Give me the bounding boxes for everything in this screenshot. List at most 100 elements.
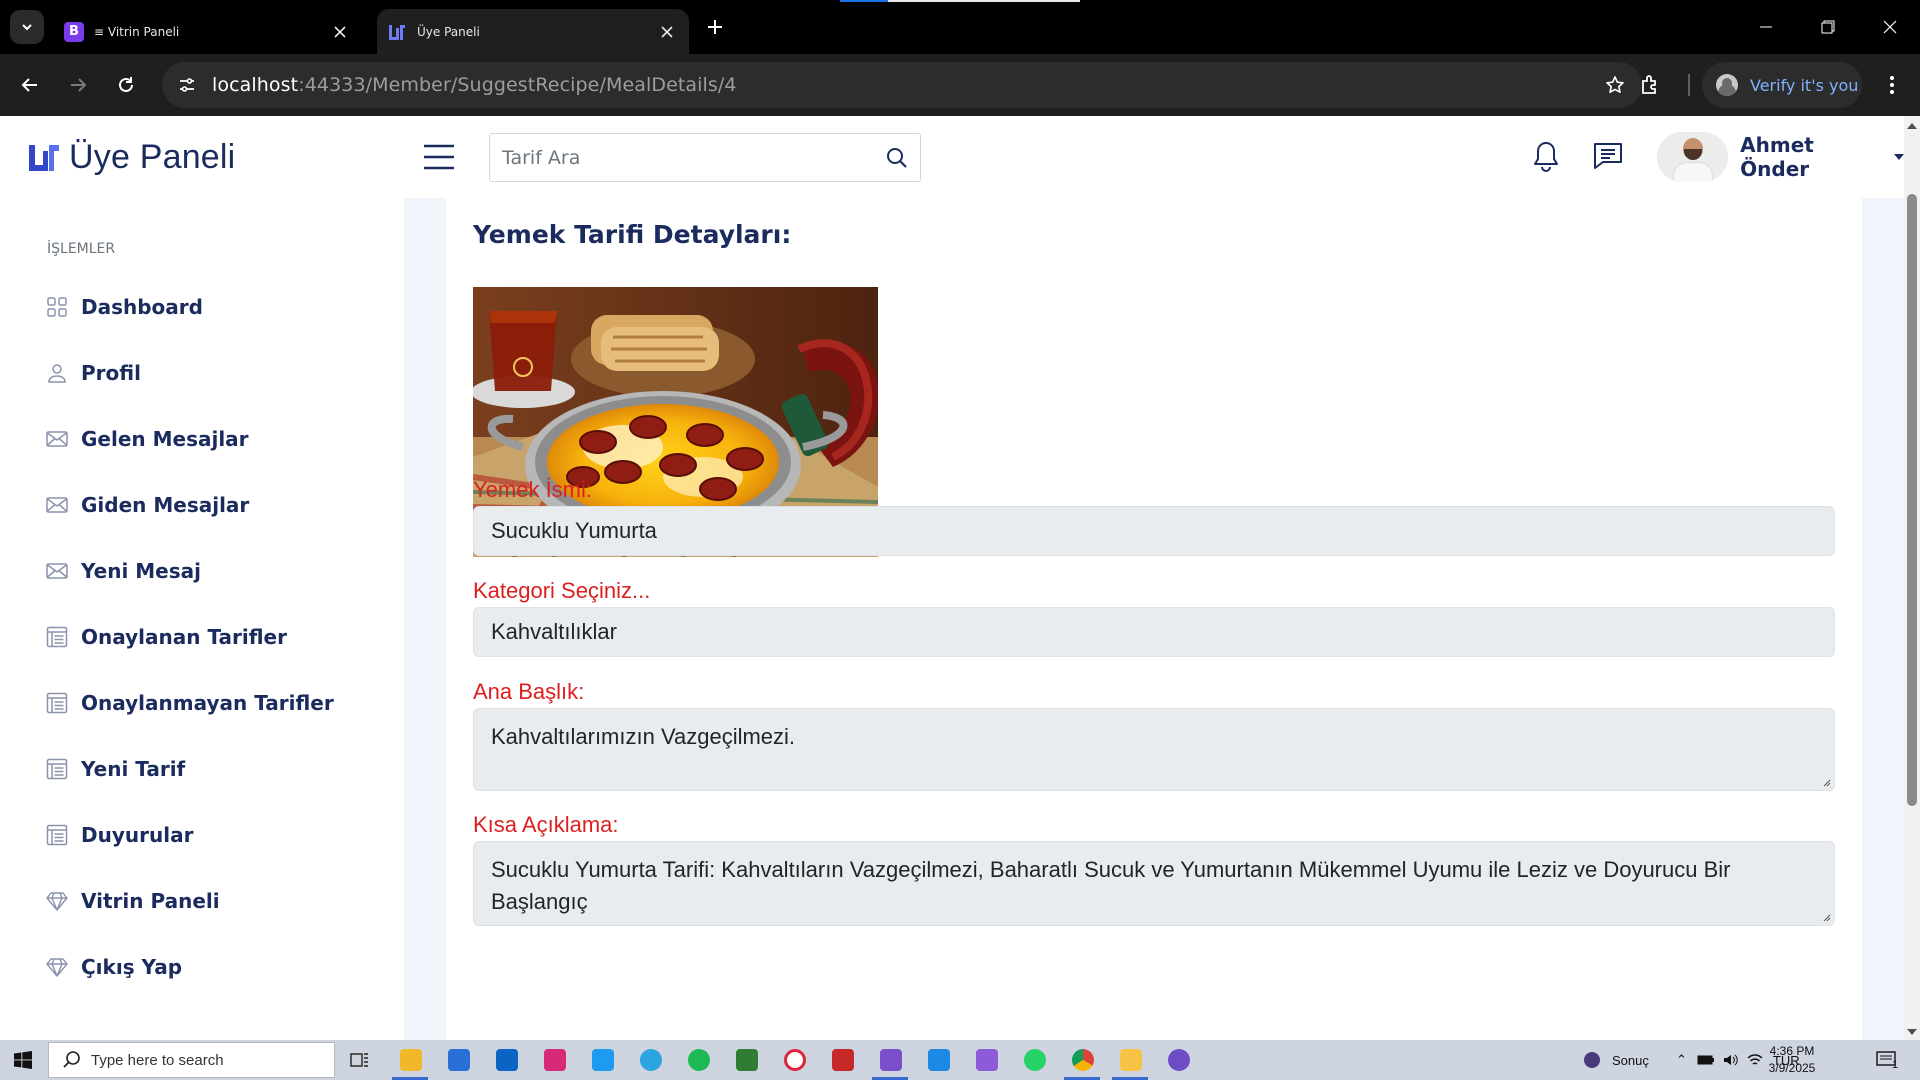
verify-profile-button[interactable]: Verify it's you <box>1702 62 1862 108</box>
user-menu[interactable]: Ahmet Önder <box>1657 132 1904 182</box>
site-logo-icon <box>387 22 407 42</box>
arrow-right-icon <box>71 78 87 92</box>
resize-grip-icon[interactable] <box>1821 912 1831 922</box>
sidebar-item-onaylanmayan-tarifler[interactable]: Onaylanmayan Tarifler <box>46 670 334 736</box>
sidebar-item-onaylanan-tarifler[interactable]: Onaylanan Tarifler <box>46 604 334 670</box>
sidebar-item-profil[interactable]: Profil <box>46 340 334 406</box>
search-icon[interactable] <box>874 135 920 181</box>
sidebar: İŞLEMLER Dashboard Profil Gelen Mesajlar… <box>0 198 404 1040</box>
scroll-down-arrow-icon[interactable] <box>1907 1029 1917 1035</box>
extensions-button[interactable] <box>1634 69 1666 101</box>
mail-icon <box>46 563 68 579</box>
clock-time: 4:36 PM <box>1769 1044 1815 1058</box>
category-field[interactable]: Kahvaltılıklar <box>473 607 1835 657</box>
messages-button[interactable] <box>1588 136 1628 176</box>
chat-icon <box>1594 143 1622 169</box>
scroll-up-arrow-icon[interactable] <box>1907 123 1917 129</box>
taskbar-app-purple[interactable] <box>1158 1044 1198 1076</box>
weather-icon <box>1584 1052 1600 1068</box>
headline-text: Kahvaltılarımızın Vazgeçilmezi. <box>491 724 796 749</box>
bookmark-star-icon[interactable] <box>1600 70 1630 100</box>
category-label: Kategori Seçiniz... <box>473 578 651 603</box>
task-view-icon <box>350 1053 368 1067</box>
browser-tab-uye[interactable]: Üye Paneli <box>377 9 689 54</box>
taskbar-opera[interactable] <box>774 1044 814 1076</box>
loading-indicator <box>840 0 1080 2</box>
summary-label: Kısa Açıklama: <box>473 812 619 837</box>
toolbar-divider <box>1688 74 1690 96</box>
sidebar-item-vitrin-paneli[interactable]: Vitrin Paneli <box>46 868 334 934</box>
reload-button[interactable] <box>110 69 142 101</box>
chevron-down-icon <box>22 24 32 31</box>
notifications-button[interactable] <box>1526 136 1566 176</box>
taskbar-spotify[interactable] <box>678 1044 718 1076</box>
scrollbar-thumb[interactable] <box>1907 194 1917 806</box>
taskbar-instagram[interactable] <box>534 1044 574 1076</box>
headline-textarea[interactable]: Kahvaltılarımızın Vazgeçilmezi. <box>473 708 1835 791</box>
sidebar-item-label: Gelen Mesajlar <box>81 427 249 451</box>
sidebar-menu: Dashboard Profil Gelen Mesajlar Giden Me… <box>46 274 334 1000</box>
summary-textarea[interactable]: Sucuklu Yumurta Tarifi: Kahvaltıların Va… <box>473 841 1835 926</box>
task-view-button[interactable] <box>340 1044 380 1076</box>
notification-center[interactable]: 1 <box>1876 1040 1898 1080</box>
sidebar-item-duyurular[interactable]: Duyurular <box>46 802 334 868</box>
instagram-icon <box>544 1049 566 1071</box>
taskbar-whatsapp[interactable] <box>1014 1044 1054 1076</box>
browser-menu-button[interactable] <box>1876 69 1908 101</box>
search-input[interactable] <box>490 134 874 181</box>
weather-widget[interactable]: Sonuç <box>1582 1040 1649 1080</box>
minimize-button[interactable] <box>1746 10 1786 44</box>
forward-button[interactable] <box>62 69 94 101</box>
notification-count: 1 <box>1892 1059 1899 1071</box>
tab-title: ≡ Vitrin Paneli <box>94 24 180 39</box>
taskbar-search[interactable]: Type here to search <box>48 1042 335 1078</box>
new-tab-button[interactable] <box>700 12 730 42</box>
vscode-icon <box>928 1049 950 1071</box>
tab-title: Üye Paneli <box>417 24 480 39</box>
site-settings-icon[interactable] <box>172 70 202 100</box>
sidebar-item-dashboard[interactable]: Dashboard <box>46 274 334 340</box>
chevron-up-icon[interactable]: ⌃ <box>1676 1052 1687 1068</box>
sidebar-item-label: Yeni Mesaj <box>81 559 201 583</box>
browser-tab-vitrin[interactable]: B ≡ Vitrin Paneli <box>52 9 362 54</box>
restore-button[interactable] <box>1808 10 1848 44</box>
url-host: localhost <box>212 74 299 96</box>
sidebar-item-gelen-mesajlar[interactable]: Gelen Mesajlar <box>46 406 334 472</box>
taskbar-telegram[interactable] <box>630 1044 670 1076</box>
list-icon <box>46 758 68 780</box>
sidebar-toggle-button[interactable] <box>422 140 456 174</box>
volume-icon[interactable] <box>1723 1053 1739 1067</box>
start-button[interactable] <box>0 1040 46 1080</box>
close-icon[interactable] <box>653 18 681 46</box>
user-icon <box>48 364 66 383</box>
taskbar-app-red[interactable] <box>822 1044 862 1076</box>
taskbar-file-explorer[interactable] <box>390 1044 430 1080</box>
wifi-icon[interactable] <box>1747 1053 1763 1067</box>
resize-grip-icon[interactable] <box>1821 777 1831 787</box>
sidebar-item-giden-mesajlar[interactable]: Giden Mesajlar <box>46 472 334 538</box>
taskbar-twitter[interactable] <box>582 1044 622 1076</box>
brand[interactable]: Üye Paneli <box>27 138 235 177</box>
taskbar-vscode[interactable] <box>918 1044 958 1076</box>
taskbar-visual-studio[interactable] <box>870 1044 910 1080</box>
taskbar-visual-studio-2[interactable] <box>966 1044 1006 1076</box>
sidebar-item-cikis-yap[interactable]: Çıkış Yap <box>46 934 334 1000</box>
sidebar-item-yeni-mesaj[interactable]: Yeni Mesaj <box>46 538 334 604</box>
back-button[interactable] <box>14 69 46 101</box>
opera-icon <box>784 1049 806 1071</box>
taskbar-clock[interactable]: 4:36 PM 3/9/2025 <box>1762 1043 1822 1077</box>
taskbar-paint[interactable] <box>1110 1044 1150 1080</box>
battery-icon[interactable] <box>1697 1054 1715 1066</box>
twitter-icon <box>592 1049 614 1071</box>
address-bar[interactable]: localhost:44333/Member/SuggestRecipe/Mea… <box>162 62 1642 108</box>
taskbar-chrome[interactable] <box>1062 1044 1102 1080</box>
page-scrollbar[interactable] <box>1904 116 1920 1040</box>
taskbar-store[interactable] <box>438 1044 478 1076</box>
taskbar-xbox[interactable] <box>726 1044 766 1076</box>
close-icon[interactable] <box>326 18 354 46</box>
taskbar-outlook[interactable] <box>486 1044 526 1076</box>
meal-name-field[interactable]: Sucuklu Yumurta <box>473 506 1835 556</box>
sidebar-item-yeni-tarif[interactable]: Yeni Tarif <box>46 736 334 802</box>
close-window-button[interactable] <box>1870 10 1910 44</box>
tab-search-button[interactable] <box>10 10 44 44</box>
